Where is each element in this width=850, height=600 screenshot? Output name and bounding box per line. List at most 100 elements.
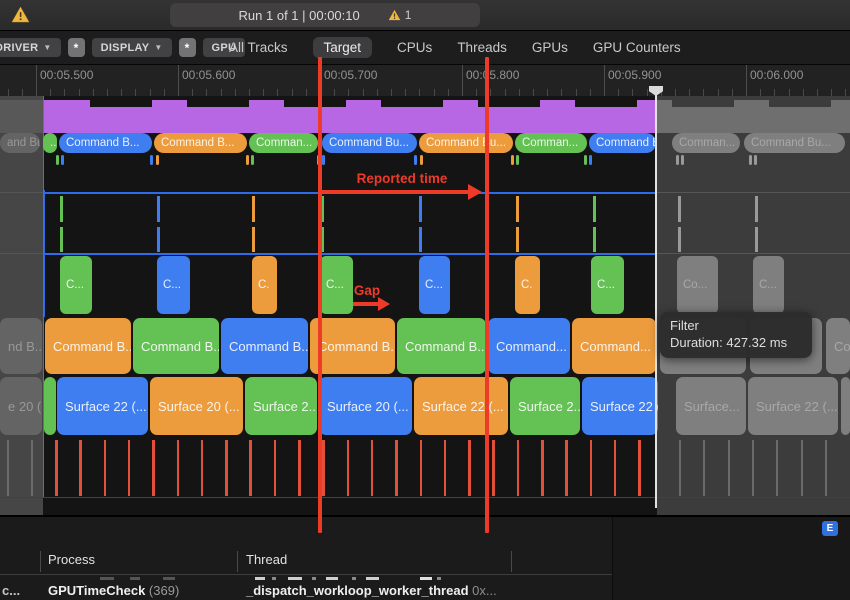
- command-buffer-pill[interactable]: Command Bu...: [322, 133, 417, 153]
- run-status-pill[interactable]: Run 1 of 1 | 00:00:10 1: [170, 3, 480, 27]
- surface-block[interactable]: [44, 377, 56, 435]
- encoder-tick: [419, 196, 422, 222]
- ruler-tick: [235, 89, 236, 96]
- vsync-tick: [128, 440, 131, 496]
- encoder-tick: [516, 227, 519, 252]
- tab-gpu-counters[interactable]: GPU Counters: [593, 40, 681, 55]
- command-buffer-block[interactable]: Command B...: [310, 318, 395, 374]
- command-buffer-block[interactable]: Command...: [488, 318, 570, 374]
- command-buffer-pill[interactable]: Comman...: [672, 133, 740, 153]
- vsync-notch: [381, 100, 443, 107]
- thread-name: _dispatch_workloop_worker_thread: [246, 583, 469, 598]
- surface-block[interactable]: [841, 377, 850, 435]
- time-ruler[interactable]: 00:05.50000:05.60000:05.70000:05.80000:0…: [0, 65, 850, 97]
- chevron-down-icon: ▼: [43, 43, 51, 52]
- tab-all-tracks[interactable]: All Tracks: [229, 40, 288, 55]
- command-buffer-block[interactable]: Command B...: [221, 318, 308, 374]
- command-buffer-block[interactable]: Command...: [572, 318, 656, 374]
- signpost-tick: [150, 155, 153, 165]
- encoder-tick: [321, 196, 324, 222]
- command-buffer-pill[interactable]: Command Bu...: [419, 133, 513, 153]
- toolbar-warning-badge[interactable]: 1: [388, 8, 412, 22]
- command-buffer-pill[interactable]: Command Bu...: [744, 133, 845, 153]
- command-buffer-pill[interactable]: Command B...: [589, 133, 656, 153]
- encoder-block[interactable]: Co...: [677, 256, 718, 314]
- surface-block[interactable]: Surface 20 (...: [150, 377, 243, 435]
- extended-detail-badge[interactable]: E: [822, 521, 838, 536]
- surface-block[interactable]: Surface 22 (...: [57, 377, 148, 435]
- ruler-tick: [774, 89, 775, 96]
- tab-cpus[interactable]: CPUs: [397, 40, 432, 55]
- encoder-block[interactable]: C...: [591, 256, 624, 314]
- surface-block[interactable]: Surface 22 (...: [748, 377, 838, 435]
- ruler-tick: [590, 89, 591, 96]
- command-buffer-block[interactable]: Command B...: [45, 318, 131, 374]
- tab-threads[interactable]: Threads: [457, 40, 507, 55]
- encoder-block[interactable]: C...: [60, 256, 92, 314]
- clipped-glyph: [272, 577, 276, 580]
- command-buffer-block[interactable]: nd B...: [0, 318, 42, 374]
- surface-block[interactable]: e 20 (...: [0, 377, 42, 435]
- command-buffer-block[interactable]: Command B...: [397, 318, 486, 374]
- vsync-notch: [284, 100, 346, 107]
- encoder-block[interactable]: C...: [157, 256, 190, 314]
- vsync-notch: [575, 100, 637, 107]
- filter-chip-driver[interactable]: DRIVER▼: [0, 38, 61, 57]
- tab-target[interactable]: Target: [313, 37, 373, 58]
- encoder-tick: [593, 196, 596, 222]
- command-buffer-pill[interactable]: and Bu...: [0, 133, 40, 153]
- command-buffer-pill[interactable]: ...: [43, 133, 57, 153]
- signpost-tick: [156, 155, 159, 165]
- command-buffer-pill[interactable]: Command B...: [154, 133, 247, 153]
- vsync-tick: [444, 440, 447, 496]
- clipped-glyph: [352, 577, 356, 580]
- vsync-notch: [90, 100, 152, 107]
- encoder-tick: [755, 196, 758, 222]
- ruler-label: 00:05.800: [466, 68, 519, 82]
- thread-cell[interactable]: _dispatch_workloop_worker_thread 0x...: [246, 583, 497, 598]
- ruler-tick: [760, 89, 761, 96]
- surface-block[interactable]: Surface 20 (...: [319, 377, 412, 435]
- ruler-tick: [348, 89, 349, 96]
- encoder-block[interactable]: C.: [515, 256, 540, 314]
- ruler-major-tick: [604, 65, 605, 96]
- command-buffer-block[interactable]: Co...: [826, 318, 850, 374]
- row-col0[interactable]: c...: [2, 583, 20, 598]
- clipped-glyph: [100, 577, 114, 580]
- surface-block[interactable]: Surface 22 (...: [414, 377, 508, 435]
- command-buffer-pill[interactable]: Comman...: [515, 133, 587, 153]
- encoder-block[interactable]: C...: [320, 256, 353, 314]
- filter-chip-star[interactable]: *: [68, 38, 85, 57]
- ruler-tick: [64, 89, 65, 96]
- warning-icon[interactable]: [11, 6, 30, 23]
- vsync-tick-dim: [776, 440, 778, 496]
- command-buffer-pill[interactable]: Command B...: [59, 133, 152, 153]
- ruler-tick: [377, 89, 378, 96]
- chip-label: *: [185, 41, 190, 55]
- encoder-tick: [252, 196, 255, 222]
- surface-block[interactable]: Surface 22 (...: [582, 377, 658, 435]
- surface-block[interactable]: Surface 2...: [245, 377, 317, 435]
- command-buffer-block[interactable]: Command B...: [133, 318, 219, 374]
- command-buffer-pill[interactable]: Comman...: [249, 133, 318, 153]
- encoder-tick: [678, 227, 681, 252]
- vsync-tick: [79, 440, 82, 496]
- process-cell[interactable]: GPUTimeCheck (369): [48, 583, 179, 598]
- surface-block[interactable]: Surface 2...: [510, 377, 580, 435]
- ruler-tick: [831, 89, 832, 96]
- run-label: Run 1 of 1 | 00:00:10: [239, 8, 360, 23]
- filter-chip-star[interactable]: *: [179, 38, 196, 57]
- warning-count: 1: [405, 8, 412, 22]
- vsync-tick: [177, 440, 180, 496]
- filter-chip-display[interactable]: DISPLAY▼: [92, 38, 172, 57]
- encoder-block[interactable]: C.: [252, 256, 277, 314]
- ruler-tick: [277, 89, 278, 96]
- clipped-glyph: [163, 577, 175, 580]
- thread-addr: 0x...: [472, 583, 497, 598]
- tab-gpus[interactable]: GPUs: [532, 40, 568, 55]
- encoder-tick: [252, 227, 255, 252]
- surface-block[interactable]: Surface...: [676, 377, 746, 435]
- ruler-tick: [206, 89, 207, 96]
- encoder-block[interactable]: C...: [419, 256, 450, 314]
- encoder-block[interactable]: C...: [753, 256, 784, 314]
